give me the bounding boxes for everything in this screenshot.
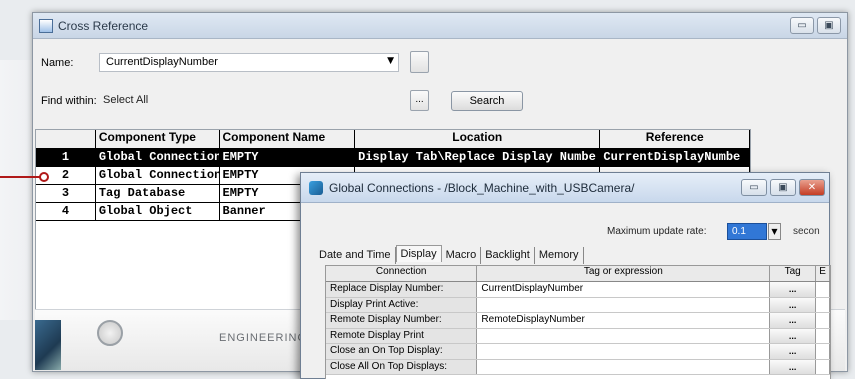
expression-button[interactable] [816, 282, 830, 297]
gc-window-title: Global Connections - /Block_Machine_with… [329, 180, 635, 195]
tag-browse-button[interactable]: ... [770, 282, 817, 297]
minimize-button[interactable]: ▭ [741, 179, 767, 196]
col-header-index[interactable] [36, 130, 96, 148]
max-update-rate-select[interactable]: 0.1 [727, 223, 767, 240]
name-value: CurrentDisplayNumber [106, 56, 218, 68]
expression-button[interactable] [816, 359, 830, 374]
close-button[interactable]: ✕ [799, 179, 825, 196]
connection-row: Replace Display Number: CurrentDisplayNu… [326, 282, 830, 298]
name-combobox[interactable]: CurrentDisplayNumber ▼ [99, 53, 399, 72]
maximize-button[interactable]: ▣ [817, 17, 841, 34]
app-icon [309, 180, 323, 195]
expression-field[interactable] [477, 344, 771, 359]
expression-button[interactable] [816, 297, 830, 312]
dropdown-arrow-icon[interactable]: ▼ [768, 223, 781, 240]
tab-macro[interactable]: Macro [442, 247, 482, 264]
expression-field[interactable] [477, 359, 771, 374]
tag-browse-button[interactable]: ... [770, 344, 817, 359]
annotation-line [0, 176, 42, 178]
connection-row: Close All On Top Displays: ... [326, 359, 830, 375]
window-title: Cross Reference [58, 18, 149, 33]
grid-header: Component Type Component Name Location R… [36, 130, 750, 149]
name-browse-button[interactable] [410, 51, 429, 73]
connection-name: Display Print Active: [326, 297, 478, 312]
max-update-rate-label: Maximum update rate: [607, 226, 707, 237]
find-within-field[interactable]: Select All [99, 91, 399, 110]
connection-name: Remote Display Number: [326, 313, 478, 328]
screenshot-stage: Cross Reference ▭ ▣ Name: CurrentDisplay… [0, 0, 855, 379]
row-name: EMPTY [220, 149, 356, 166]
row-type: Tag Database [96, 185, 220, 202]
expression-button[interactable] [816, 344, 830, 359]
annotation-dot-icon [39, 172, 49, 182]
col-header-component-name[interactable]: Component Name [220, 130, 356, 148]
expression-field[interactable]: RemoteDisplayNumber [477, 313, 771, 328]
search-button[interactable]: Search [451, 91, 523, 111]
rate-unit-label: secon [793, 226, 820, 237]
expression-field[interactable]: CurrentDisplayNumber [477, 282, 771, 297]
tag-browse-button[interactable]: ... [770, 328, 817, 343]
row-type: Global Connection [96, 149, 220, 166]
cross-reference-titlebar[interactable]: Cross Reference [33, 13, 847, 39]
window-controls: ▭ ▣ [790, 17, 841, 34]
footer-text: ENGINEERING [219, 332, 308, 344]
tag-browse-button[interactable]: ... [770, 297, 817, 312]
tag-browse-button[interactable]: ... [770, 313, 817, 328]
connection-row: Remote Display Number: RemoteDisplayNumb… [326, 313, 830, 329]
expression-button[interactable] [816, 313, 830, 328]
col-header-component-type[interactable]: Component Type [96, 130, 220, 148]
col-header-connection: Connection [326, 266, 478, 281]
row-index: 3 [36, 185, 96, 202]
row-index: 4 [36, 203, 96, 220]
row-location: Display Tab\Replace Display Numbe [355, 149, 601, 166]
row-reference: CurrentDisplayNumbe [600, 149, 750, 166]
tab-memory[interactable]: Memory [535, 247, 584, 264]
connection-row: Remote Display Print ... [326, 328, 830, 344]
col-header-reference[interactable]: Reference [600, 130, 750, 148]
col-header-tag: Tag [770, 266, 817, 281]
name-label: Name: [41, 57, 74, 69]
expression-button[interactable] [816, 328, 830, 343]
tab-date-and-time[interactable]: Date and Time [315, 247, 396, 264]
connection-name: Close an On Top Display: [326, 344, 478, 359]
connection-name: Replace Display Number: [326, 282, 478, 297]
connection-name: Close All On Top Displays: [326, 359, 478, 374]
maximize-button[interactable]: ▣ [770, 179, 796, 196]
connections-grid-header: Connection Tag or expression Tag E [326, 266, 830, 282]
row-type: Global Object [96, 203, 220, 220]
tab-backlight[interactable]: Backlight [481, 247, 535, 264]
gc-window-controls: ▭ ▣ ✕ [741, 179, 825, 196]
window-icon [39, 18, 53, 33]
gear-logo-icon [97, 320, 123, 346]
col-header-location[interactable]: Location [355, 130, 601, 148]
col-header-e: E [816, 266, 830, 281]
global-connections-window: Global Connections - /Block_Machine_with… [300, 172, 831, 379]
expression-field[interactable] [477, 297, 771, 312]
row-type: Global Connection [96, 167, 220, 184]
connection-name: Remote Display Print [326, 328, 478, 343]
connections-grid: Connection Tag or expression Tag E Repla… [325, 265, 831, 379]
minimize-button[interactable]: ▭ [790, 17, 814, 34]
connection-row: Display Print Active: ... [326, 297, 830, 313]
find-browse-button[interactable]: ... [410, 90, 429, 111]
tag-browse-button[interactable]: ... [770, 359, 817, 374]
connection-row: Close an On Top Display: ... [326, 344, 830, 360]
expression-field[interactable] [477, 328, 771, 343]
col-header-tag-or-expression: Tag or expression [477, 266, 771, 281]
dropdown-arrow-icon[interactable]: ▼ [387, 56, 394, 66]
machine-image [35, 320, 61, 370]
table-row[interactable]: 1 Global Connection EMPTY Display Tab\Re… [36, 149, 750, 167]
gc-tabs: Date and Time Display Macro Backlight Me… [315, 245, 584, 264]
find-within-label: Find within: [41, 95, 97, 107]
tab-display[interactable]: Display [395, 245, 442, 262]
row-index: 1 [36, 149, 96, 166]
